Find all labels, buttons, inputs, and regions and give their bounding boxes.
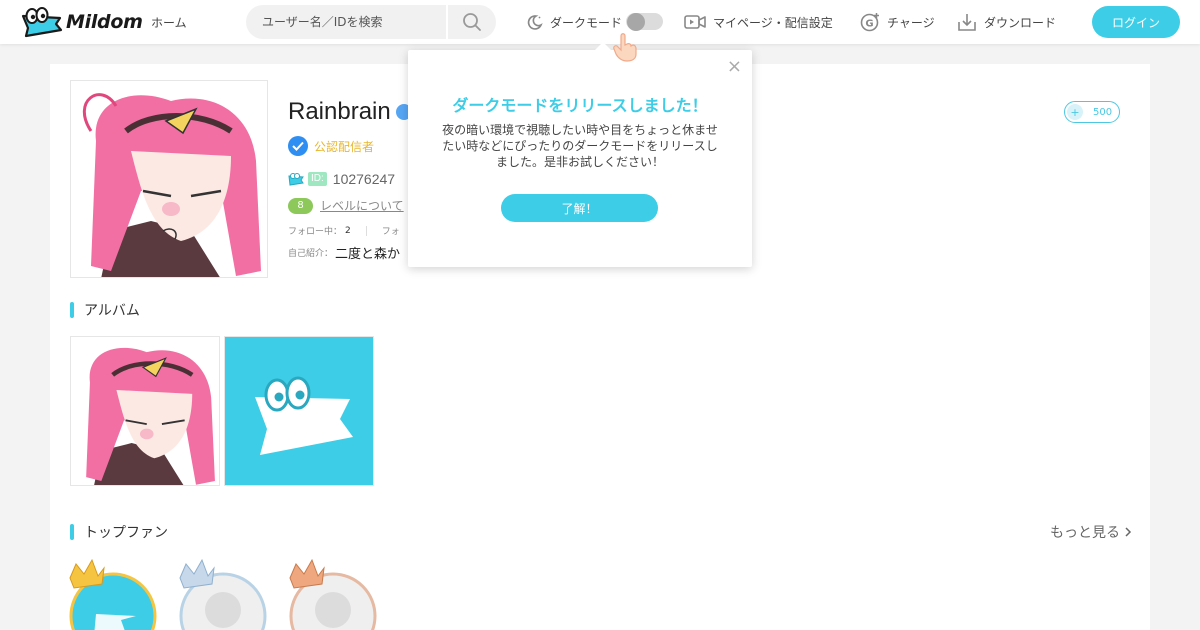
popup-title: ダークモードをリリースしました！ xyxy=(452,96,708,115)
album-photo-2[interactable] xyxy=(224,336,374,486)
download-icon xyxy=(958,14,976,31)
video-camera-icon xyxy=(684,15,706,29)
plus-icon: + xyxy=(1067,104,1083,120)
dark-mode-announcement-popup: × ダークモードをリリースしました！ 夜の暗い環境で視聴したい時や目をちょっと休… xyxy=(408,42,752,267)
coin-charge-icon: G xyxy=(860,13,879,32)
top-fan-1[interactable] xyxy=(66,558,158,630)
avatar-illustration-icon xyxy=(71,81,267,277)
mypage-label: マイページ・配信設定 xyxy=(713,15,833,30)
verified-streamer-row: 公認配信者 xyxy=(288,136,374,156)
search-icon xyxy=(463,13,481,31)
pointer-hand-icon xyxy=(613,33,637,62)
profile-name: Rainbrain xyxy=(288,98,391,125)
album-photo-1[interactable] xyxy=(70,336,220,486)
dark-mode-label: ダークモード xyxy=(550,15,623,30)
bio-label: 自己紹介： xyxy=(288,249,334,259)
following-count[interactable]: 2 xyxy=(345,226,351,236)
bio-text: 二度と森か xyxy=(335,247,401,262)
popup-body: 夜の暗い環境で視聴したい時や目をちょっと休ませたい時などにぴったりのダークモード… xyxy=(442,123,718,169)
follow-stats: フォロー中： 2 フォ xyxy=(288,224,400,237)
top-fans-title-text: トップファン xyxy=(84,525,168,541)
album-illustration-icon xyxy=(71,337,219,485)
search-box xyxy=(246,5,496,39)
following-label: フォロー中： xyxy=(288,227,343,237)
album-title-text: アルバム xyxy=(84,303,140,319)
fan-club-badge[interactable]: + 500 xyxy=(1064,101,1120,123)
top-header: Mildom ホーム ダークモード マイページ・配信設定 G xyxy=(0,0,1200,44)
silver-crown-avatar-icon xyxy=(179,558,267,630)
download-label: ダウンロード xyxy=(984,15,1057,30)
top-fan-2[interactable] xyxy=(176,558,268,630)
level-info-link[interactable]: レベルについて xyxy=(320,197,404,214)
fan-club-count: 500 xyxy=(1093,106,1113,118)
popup-ok-button[interactable]: 了解！ xyxy=(501,194,658,222)
nav-mypage-link[interactable]: マイページ・配信設定 xyxy=(684,12,833,32)
see-more-text: もっと見る xyxy=(1050,525,1120,541)
login-button[interactable]: ログイン xyxy=(1092,6,1180,38)
nav-download-link[interactable]: ダウンロード xyxy=(957,12,1056,32)
switch-knob xyxy=(627,13,645,31)
user-id-value: 10276247 xyxy=(332,171,396,187)
chevron-right-icon xyxy=(1125,527,1132,537)
search-button[interactable] xyxy=(446,5,496,39)
followers-label: フォ xyxy=(381,227,400,237)
level-badge: 8 xyxy=(288,197,313,214)
svg-text:G: G xyxy=(865,19,873,30)
mildom-mascot-icon xyxy=(225,337,373,485)
charge-label: チャージ xyxy=(887,15,935,30)
gold-crown-avatar-icon xyxy=(69,558,157,630)
nav-home-link[interactable]: ホーム xyxy=(151,14,187,31)
user-id-row: ID: 10276247 xyxy=(288,171,395,187)
level-row: 8 レベルについて xyxy=(288,197,404,214)
top-fans-section-title: トップファン xyxy=(70,522,168,542)
dark-mode-toggle-area: ダークモード xyxy=(526,12,622,32)
bronze-crown-avatar-icon xyxy=(289,558,377,630)
mildom-mini-logo-icon xyxy=(288,173,304,186)
close-icon[interactable]: × xyxy=(727,58,742,76)
top-fan-3[interactable] xyxy=(286,558,378,630)
nav-charge-link[interactable]: G チャージ xyxy=(860,12,935,32)
id-chip: ID: xyxy=(308,172,327,186)
moon-icon xyxy=(527,14,543,30)
dark-mode-switch[interactable] xyxy=(626,13,663,31)
verified-label: 公認配信者 xyxy=(314,139,375,154)
follow-divider xyxy=(365,225,367,236)
logo-text: Mildom xyxy=(66,11,143,33)
bio-row: 自己紹介： 二度と森か xyxy=(288,243,400,262)
profile-avatar[interactable] xyxy=(70,80,268,278)
verified-check-icon xyxy=(288,136,308,156)
album-section-title: アルバム xyxy=(70,300,140,320)
popup-arrow xyxy=(594,42,612,51)
mildom-logo-icon xyxy=(21,7,63,38)
search-input[interactable] xyxy=(246,5,446,39)
see-more-link[interactable]: もっと見る xyxy=(1050,522,1133,542)
mildom-logo[interactable]: Mildom xyxy=(20,6,143,38)
